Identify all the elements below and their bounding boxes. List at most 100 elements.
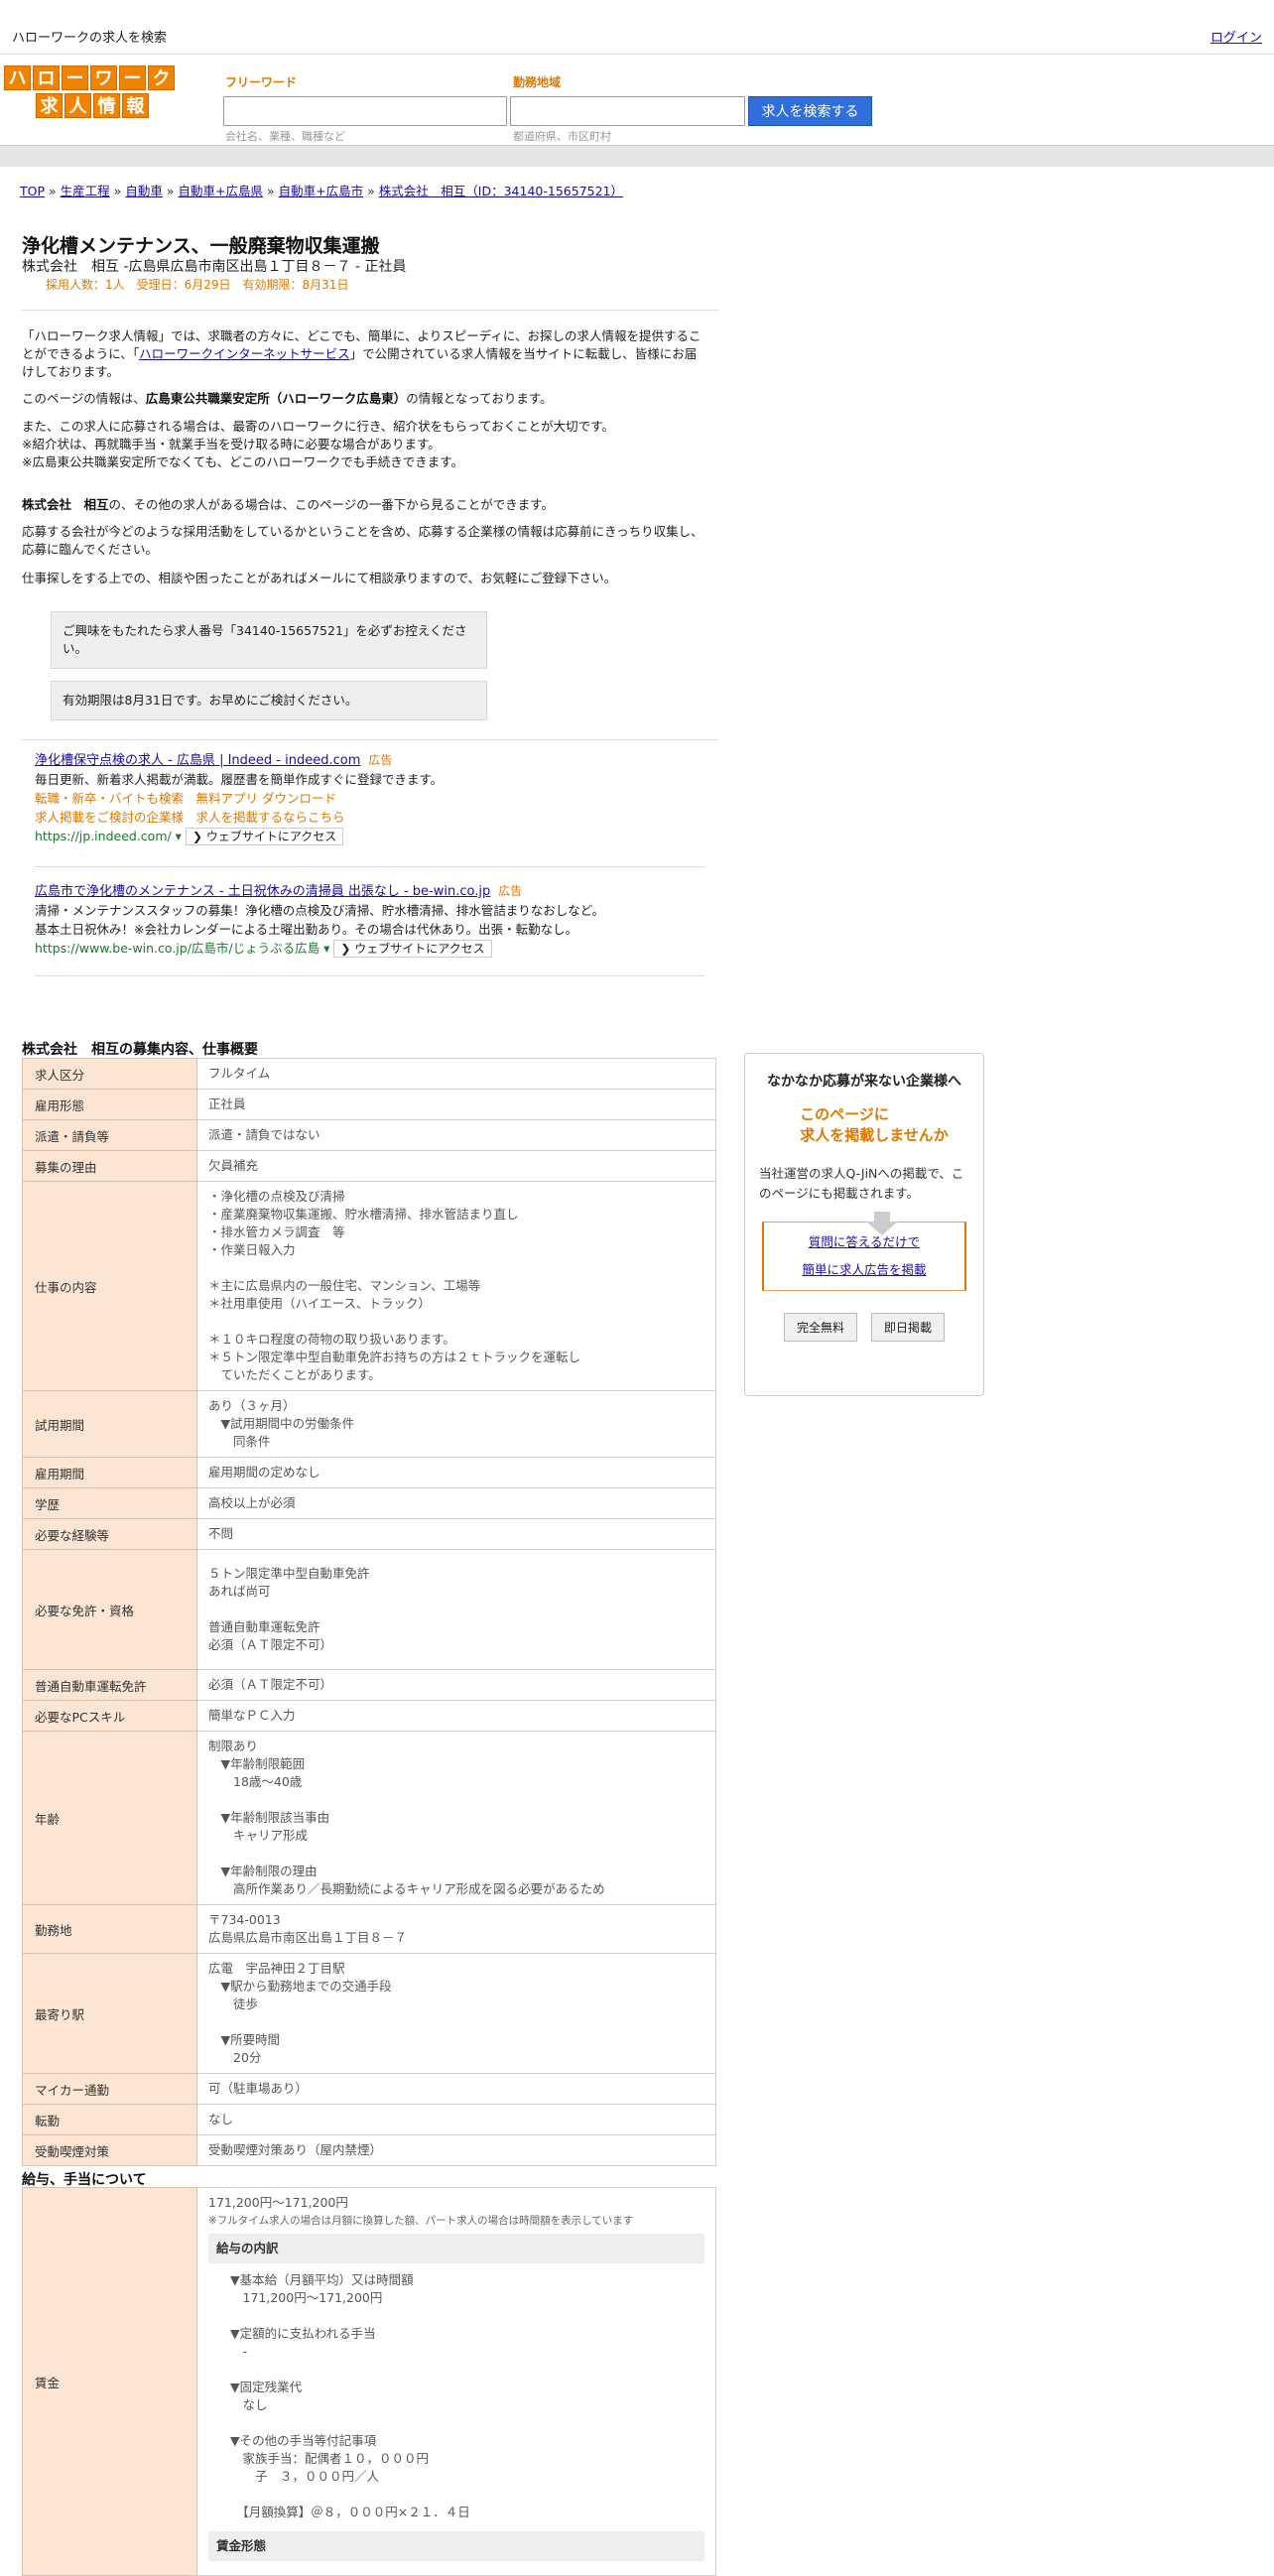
table-row: 雇用形態 正社員 [22, 1089, 716, 1120]
row-label: 求人区分 [22, 1058, 197, 1090]
row-value: 受動喫煙対策あり（屋内禁煙） [196, 2134, 716, 2166]
row-label: 学歴 [22, 1487, 197, 1519]
table-row: 賃金 171,200円〜171,200円 ※フルタイム求人の場合は月額に換算した… [22, 2187, 716, 2576]
ad-title-link[interactable]: 広島市で浄化槽のメンテナンス - 土日祝休みの清掃員 出張なし - be-win… [35, 884, 490, 899]
row-label: 受動喫煙対策 [22, 2134, 197, 2166]
row-value: 正社員 [196, 1089, 716, 1120]
wage-table: 賃金 171,200円〜171,200円 ※フルタイム求人の場合は月額に換算した… [22, 2187, 716, 2576]
ad-badge: 広告 [368, 753, 393, 767]
row-value: 簡単なＰＣ入力 [196, 1700, 716, 1732]
wage-breakdown-title: 給与の内訳 [208, 2234, 704, 2263]
table-row: 派遣・請負等 派遣・請負ではない [22, 1119, 716, 1151]
row-label: マイカー通勤 [22, 2073, 197, 2105]
logo-char: ー [62, 65, 88, 90]
ad-url[interactable]: https://jp.indeed.com/ ▾ [35, 829, 182, 843]
row-value: 〒734-0013 広島県広島市南区出島１丁目８－７ [196, 1904, 716, 1954]
intro-paragraph-3: また、この求人に応募される場合は、最寄のハローワークに行き、紹介状をもらっておく… [22, 419, 614, 469]
visit-website-button[interactable]: ❯ ウェブサイトにアクセス [333, 940, 492, 958]
breadcrumb: TOP» 生産工程» 自動車» 自動車+広島県» 自動車+広島市» 株式会社 相互（ID：… [20, 184, 624, 198]
breadcrumb-industry[interactable]: 自動車 [125, 184, 163, 198]
job-meta: 採用人数：1人 受理日：6月29日 有効期限：8月31日 [46, 278, 349, 292]
row-label: 転勤 [22, 2104, 197, 2135]
ad-title-link[interactable]: 浄化槽保守点検の求人 - 広島県 | Indeed - indeed.com [35, 753, 360, 768]
divider [22, 739, 718, 740]
row-value: 171,200円〜171,200円 ※フルタイム求人の場合は月額に換算した額、パ… [196, 2187, 716, 2576]
ad-description-2: 基本土日祝休み！※会社カレンダーによる土曜出勤あり。その場合は代休あり。出張・転… [35, 922, 578, 937]
row-value: ・浄化槽の点検及び清掃 ・産業廃棄物収集運搬、貯水槽清掃、排水管詰まり直し ・排… [196, 1181, 716, 1391]
search-button[interactable]: 求人を検索する [748, 96, 872, 126]
table-row: 仕事の内容 ・浄化槽の点検及び清掃 ・産業廃棄物収集運搬、貯水槽清掃、排水管詰まり… [22, 1181, 716, 1391]
job-subtitle: 株式会社 相互 -広島県広島市南区出島１丁目８－７ - 正社員 [22, 259, 407, 275]
answer-questions-link[interactable]: 質問に答えるだけで [809, 1234, 920, 1249]
row-label: 雇用期間 [22, 1457, 197, 1488]
breadcrumb-company[interactable]: 株式会社 相互（ID：34140-15657521） [379, 184, 623, 198]
ad-description: 毎日更新、新着求人掲載が満載。履歴書を簡単作成すぐに登録できます。 [35, 772, 444, 787]
breadcrumb-top[interactable]: TOP [20, 184, 45, 198]
breadcrumb-prefecture[interactable]: 自動車+広島県 [179, 184, 263, 198]
ad-indeed: 浄化槽保守点検の求人 - 広島県 | Indeed - indeed.com 広告… [35, 750, 709, 845]
ad-sitelinks-2[interactable]: 求人掲載をご検討の企業様 求人を掲載するならこちら [35, 808, 709, 827]
row-label: 年齢 [22, 1731, 197, 1905]
row-value: フルタイム [196, 1058, 716, 1090]
table-row: 受動喫煙対策 受動喫煙対策あり（屋内禁煙） [22, 2134, 716, 2166]
table-row: 求人区分 フルタイム [22, 1058, 716, 1090]
header-divider-band [0, 145, 1274, 167]
area-hint: 都道府県、市区町村 [513, 130, 611, 143]
row-label: 雇用形態 [22, 1089, 197, 1120]
expiry-notice: 有効期限は8月31日です。お早めにご検討ください。 [51, 681, 487, 720]
hellowork-internet-link[interactable]: ハローワークインターネットサービス [139, 346, 350, 361]
logo-char: ロ [33, 65, 60, 90]
logo-char: 求 [36, 93, 63, 118]
row-value: 雇用期間の定めなし [196, 1457, 716, 1488]
table-row: 試用期間 あり（３ヶ月） ▼試用期間中の労働条件 同条件 [22, 1390, 716, 1458]
intro-paragraph-5: 応募する会社が今どのような採用活動をしているかということを含め、応募する企業様の… [22, 524, 703, 557]
login-link[interactable]: ログイン [1210, 27, 1262, 46]
intro-paragraph-4: 株式会社 相互の、その他の求人がある場合は、このページの一番下から見ることができ… [22, 497, 555, 512]
row-value: あり（３ヶ月） ▼試用期間中の労働条件 同条件 [196, 1390, 716, 1458]
freeword-hint: 会社名、業種、職種など [225, 130, 345, 143]
same-day-badge-button[interactable]: 即日掲載 [871, 1313, 946, 1342]
row-label: 普通自動車運転免許 [22, 1669, 197, 1701]
table-row: 必要なPCスキル 簡単なＰＣ入力 [22, 1700, 716, 1732]
search-bar: ハ ロ ー ワ ー ク 求 人 情 報 フリーワード 会社名、業種、職種など 勤… [0, 56, 1274, 145]
intro-paragraph-2: このページの情報は、広島東公共職業安定所（ハローワーク広島東）の情報となっており… [22, 391, 553, 406]
advertise-links-box: 質問に答えるだけで 簡単に求人広告を掲載 [762, 1222, 966, 1291]
logo-char: ハ [4, 65, 31, 90]
page-title: 浄化槽メンテナンス、一般廃棄物収集運搬 [22, 235, 380, 257]
free-badge-button[interactable]: 完全無料 [783, 1313, 857, 1342]
advertise-panel-title: なかなか応募が来ない企業様へ [767, 1074, 961, 1090]
wage-range: 171,200円〜171,200円 [208, 2195, 348, 2210]
intro-paragraph-1: 「ハローワーク求人情報」では、求職者の方々に、どこでも、簡単に、よりスピーディに… [22, 328, 701, 379]
row-value: 広電 宇品神田２丁目駅 ▼駅から勤務地までの交通手段 徒歩 ▼所要時間 20分 [196, 1953, 716, 2074]
post-job-ad-link[interactable]: 簡単に求人広告を掲載 [802, 1262, 926, 1277]
visit-website-button[interactable]: ❯ ウェブサイトにアクセス [185, 828, 344, 845]
table-row: 最寄り駅 広電 宇品神田２丁目駅 ▼駅から勤務地までの交通手段 徒歩 ▼所要時間 … [22, 1953, 716, 2074]
area-input[interactable] [510, 96, 745, 126]
row-value: 派遣・請負ではない [196, 1119, 716, 1151]
ad-url[interactable]: https://www.be-win.co.jp/広島市/じょうぶる広島 ▾ [35, 941, 329, 956]
wage-section-title: 給与、手当について [22, 2172, 147, 2188]
row-label: 最寄り駅 [22, 1953, 197, 2074]
ad-sitelinks-1[interactable]: 転職・新卒・バイトも検索 無料アプリ ダウンロード [35, 789, 709, 808]
table-row: 必要な経験等 不問 [22, 1518, 716, 1550]
row-label: 仕事の内容 [22, 1181, 197, 1391]
row-label: 必要な経験等 [22, 1518, 197, 1550]
row-label: 賃金 [22, 2187, 197, 2576]
breadcrumb-city[interactable]: 自動車+広島市 [279, 184, 363, 198]
logo-char: ワ [90, 65, 117, 90]
freeword-input[interactable] [223, 96, 507, 126]
breadcrumb-category[interactable]: 生産工程 [61, 184, 110, 198]
hellowork-logo[interactable]: ハ ロ ー ワ ー ク 求 人 情 報 [4, 65, 179, 121]
ad-bewin: 広島市で浄化槽のメンテナンス - 土日祝休みの清掃員 出張なし - be-win… [35, 881, 709, 958]
row-label: 派遣・請負等 [22, 1119, 197, 1151]
ad-description: 清掃・メンテナンススタッフの募集！浄化槽の点検及び清掃、貯水槽清掃、排水管詰まり… [35, 903, 605, 918]
divider [35, 866, 704, 867]
row-value: 欠員補充 [196, 1150, 716, 1182]
ad-badge: 広告 [498, 884, 523, 898]
table-row: 募集の理由 欠員補充 [22, 1150, 716, 1182]
logo-char: 人 [64, 93, 91, 118]
row-value: 制限あり ▼年齢制限範囲 18歳〜40歳 ▼年齢制限該当事由 キャリア形成 ▼年… [196, 1731, 716, 1905]
table-row: 雇用期間 雇用期間の定めなし [22, 1457, 716, 1488]
row-label: 勤務地 [22, 1904, 197, 1954]
advertise-catchcopy: このページに 求人を掲載しませんか [800, 1105, 949, 1144]
